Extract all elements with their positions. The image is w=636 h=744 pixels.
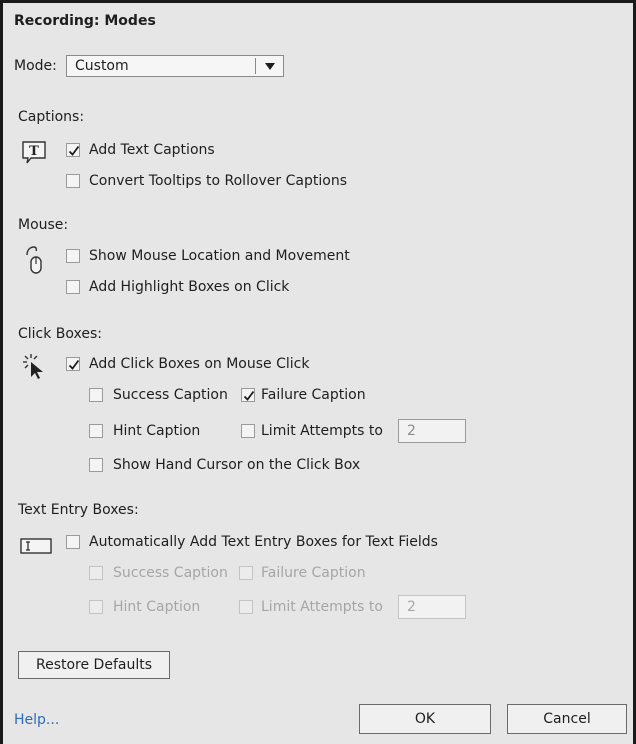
click-limit-attempts-label[interactable]: Limit Attempts to (261, 422, 383, 440)
convert-tooltips-checkbox[interactable] (66, 174, 80, 188)
text-limit-attempts-label: Limit Attempts to (261, 599, 383, 615)
panel-title: Recording: Modes (14, 13, 156, 29)
text-success-caption-checkbox[interactable] (89, 566, 103, 580)
click-boxes-heading: Click Boxes: (18, 326, 103, 342)
auto-add-text-entry-checkbox[interactable] (66, 535, 80, 549)
checkmark-icon (243, 390, 255, 401)
click-success-caption-checkbox[interactable] (89, 388, 103, 402)
show-hand-cursor-checkbox[interactable] (89, 458, 103, 472)
text-entry-heading: Text Entry Boxes: (18, 502, 139, 518)
restore-defaults-label: Restore Defaults (35, 657, 153, 673)
text-limit-attempts-value: 2 (407, 599, 416, 615)
cancel-button[interactable]: Cancel (507, 704, 627, 734)
checkmark-icon (68, 359, 80, 370)
show-mouse-location-label[interactable]: Show Mouse Location and Movement (89, 247, 350, 265)
window-border-left (0, 0, 3, 744)
click-success-caption-label[interactable]: Success Caption (113, 386, 228, 404)
show-mouse-location-checkbox[interactable] (66, 249, 80, 263)
click-limit-attempts-value: 2 (407, 423, 416, 439)
click-limit-attempts-input[interactable]: 2 (398, 419, 466, 443)
text-failure-caption-checkbox[interactable] (239, 566, 253, 580)
mode-select-divider (255, 58, 256, 74)
text-success-caption-label: Success Caption (113, 565, 228, 581)
add-highlight-boxes-checkbox[interactable] (66, 280, 80, 294)
mode-label: Mode: (14, 58, 57, 74)
text-limit-attempts-input[interactable]: 2 (398, 595, 466, 619)
text-failure-caption-label: Failure Caption (261, 565, 366, 581)
click-cursor-icon (23, 354, 43, 379)
mode-select[interactable]: Custom (66, 55, 284, 77)
add-text-captions-label[interactable]: Add Text Captions (89, 141, 215, 159)
ok-button[interactable]: OK (359, 704, 491, 734)
checkmark-icon (68, 145, 80, 156)
captions-heading: Captions: (18, 109, 85, 125)
click-failure-caption-checkbox[interactable] (241, 388, 255, 402)
click-hint-caption-label[interactable]: Hint Caption (113, 422, 200, 440)
text-field-icon (20, 538, 52, 554)
caption-icon: T (22, 141, 46, 164)
click-limit-attempts-checkbox[interactable] (241, 424, 255, 438)
chevron-down-icon[interactable] (265, 63, 275, 70)
auto-add-text-entry-label[interactable]: Automatically Add Text Entry Boxes for T… (89, 533, 438, 551)
mouse-heading: Mouse: (18, 217, 69, 233)
show-hand-cursor-label[interactable]: Show Hand Cursor on the Click Box (113, 456, 360, 474)
help-link[interactable]: Help... (14, 712, 59, 728)
mode-select-value: Custom (75, 58, 129, 74)
text-hint-caption-checkbox[interactable] (89, 600, 103, 614)
add-highlight-boxes-label[interactable]: Add Highlight Boxes on Click (89, 278, 289, 296)
ok-label: OK (414, 711, 436, 727)
add-click-boxes-checkbox[interactable] (66, 357, 80, 371)
cancel-label: Cancel (543, 711, 591, 727)
window-border-top (0, 0, 636, 3)
add-text-captions-checkbox[interactable] (66, 143, 80, 157)
svg-text:T: T (29, 144, 39, 159)
mouse-icon (26, 246, 42, 274)
click-hint-caption-checkbox[interactable] (89, 424, 103, 438)
text-limit-attempts-checkbox[interactable] (239, 600, 253, 614)
restore-defaults-button[interactable]: Restore Defaults (18, 651, 170, 679)
text-hint-caption-label: Hint Caption (113, 599, 201, 615)
add-click-boxes-label[interactable]: Add Click Boxes on Mouse Click (89, 355, 309, 373)
convert-tooltips-label[interactable]: Convert Tooltips to Rollover Captions (89, 172, 347, 190)
click-failure-caption-label[interactable]: Failure Caption (261, 386, 366, 404)
